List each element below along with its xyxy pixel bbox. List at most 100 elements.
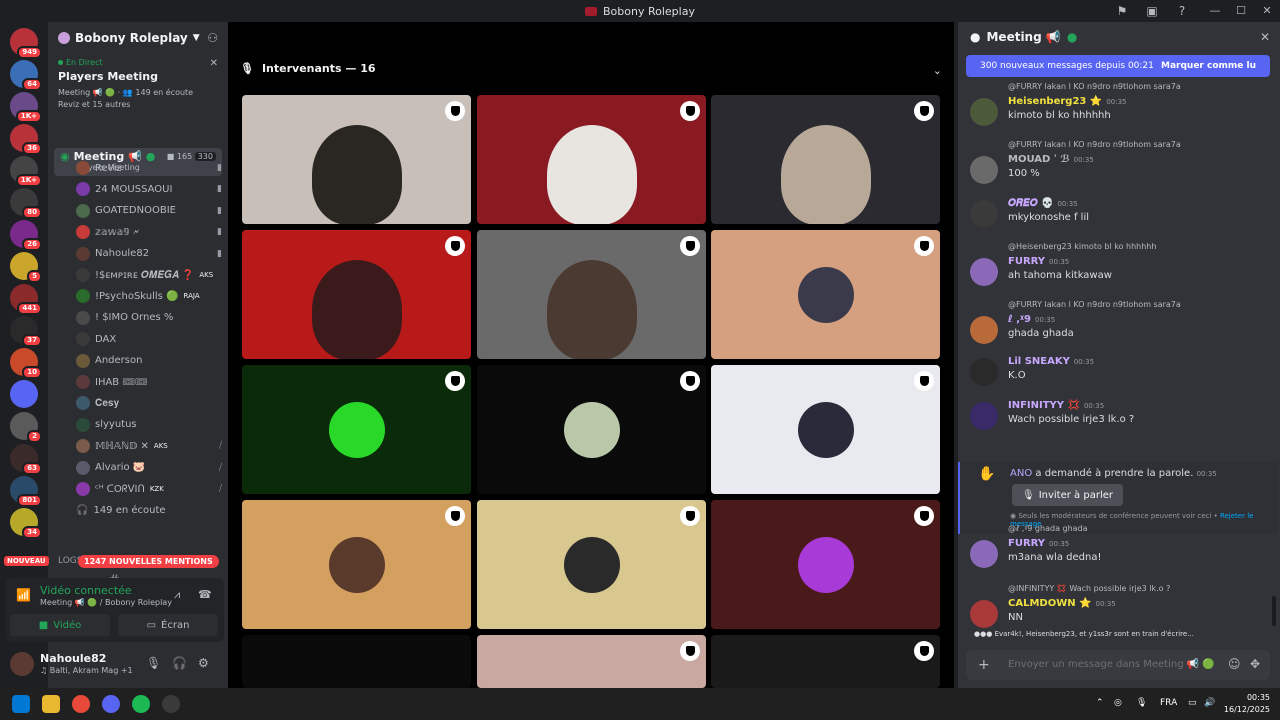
live-stage-banner[interactable]: En Direct Players Meeting Meeting 📢 🟢 · … xyxy=(54,58,222,124)
speaker-tile[interactable] xyxy=(477,500,706,629)
server-icon-9[interactable]: 37 xyxy=(10,316,42,347)
message-author[interactable]: ℓ ,ᵡ9 00:35 xyxy=(1008,314,1055,325)
speaker-tile[interactable] xyxy=(711,635,940,688)
settings-gear-icon[interactable]: ⚙ xyxy=(198,656,209,670)
avatar[interactable] xyxy=(970,540,998,568)
voice-user-row[interactable]: ᶜᴴ ᑕOᖇᐯIᑎ KZK ⧸ xyxy=(76,479,222,499)
tray-chevron-icon[interactable]: ⌃ xyxy=(1096,698,1104,708)
voice-user-row[interactable]: IHAB 🎟🎟 xyxy=(76,372,222,392)
server-icon-13[interactable]: 63 xyxy=(10,444,42,475)
message-author[interactable]: INFINITYY 💢 00:35 xyxy=(1008,400,1104,411)
speaker-tile[interactable] xyxy=(477,95,706,224)
collapse-chevron-icon[interactable]: ⌄ xyxy=(933,64,942,77)
voice-user-row[interactable]: Nahoule82 ▮ xyxy=(76,244,222,264)
server-icon-10[interactable]: 10 xyxy=(10,348,42,379)
moderator-shield-icon[interactable] xyxy=(914,506,934,526)
moderator-shield-icon[interactable] xyxy=(680,506,700,526)
speaker-tile[interactable] xyxy=(242,500,471,629)
server-icon-8[interactable]: 441 xyxy=(10,284,42,315)
headphones-toggle-icon[interactable]: 🎧 xyxy=(172,656,187,670)
moderator-shield-icon[interactable] xyxy=(680,641,700,661)
moderator-shield-icon[interactable] xyxy=(445,236,465,256)
message-author[interactable]: CALMDOWN ⭐ 00:35 xyxy=(1008,598,1116,609)
reply-preview[interactable]: @FURRY lakan l KO n9dro n9tlohom sara7a xyxy=(1008,140,1181,149)
discord-icon[interactable] xyxy=(102,695,120,713)
new-messages-bar[interactable]: 300 nouveaux messages depuis 00:21 Marqu… xyxy=(966,55,1270,77)
server-icon-11[interactable] xyxy=(10,380,38,408)
language-indicator[interactable]: FRA xyxy=(1160,698,1177,708)
requester-name[interactable]: ANO xyxy=(1010,468,1032,479)
file-explorer-icon[interactable] xyxy=(42,695,60,713)
moderator-shield-icon[interactable] xyxy=(914,371,934,391)
avatar[interactable] xyxy=(970,402,998,430)
disconnect-icon[interactable]: ☎ xyxy=(198,588,212,601)
reply-preview[interactable]: @FURRY lakan l KO n9dro n9tlohom sara7a xyxy=(1008,82,1181,91)
server-icon-5[interactable]: 80 xyxy=(10,188,42,219)
message-author[interactable]: FURRY 00:35 xyxy=(1008,256,1069,267)
speaker-tile[interactable] xyxy=(477,365,706,494)
speaker-tile[interactable] xyxy=(477,635,706,688)
voice-user-row[interactable]: 𝐂𝐞𝐬𝐲 xyxy=(76,393,222,413)
spotify-icon[interactable] xyxy=(132,695,150,713)
server-icon-3[interactable]: 36 xyxy=(10,124,42,155)
moderator-shield-icon[interactable] xyxy=(445,101,465,121)
speaker-tile[interactable] xyxy=(711,230,940,359)
mark-as-read-button[interactable]: Marquer comme lu xyxy=(1161,61,1256,71)
avatar[interactable] xyxy=(970,600,998,628)
video-button[interactable]: ■ Vidéo xyxy=(10,614,110,636)
avatar[interactable] xyxy=(970,156,998,184)
message-author[interactable]: Heisenberg23 ⭐ 00:35 xyxy=(1008,96,1127,107)
flag-icon[interactable]: ⚑ xyxy=(1114,3,1130,19)
voice-location[interactable]: Meeting 📢 🟢 / Bobony Roleplay xyxy=(40,598,172,607)
voice-user-row[interactable]: Reviz ▮ xyxy=(76,158,222,178)
speaker-tile[interactable] xyxy=(242,95,471,224)
speaker-tile[interactable] xyxy=(242,635,471,688)
avatar[interactable] xyxy=(970,200,998,228)
speaker-tile[interactable] xyxy=(711,500,940,629)
message-author[interactable]: MOUAD ˈ ℬ 00:35 xyxy=(1008,154,1094,165)
close-window-icon[interactable]: ✕ xyxy=(1254,0,1280,22)
server-icon-4[interactable]: 1K+ xyxy=(10,156,42,187)
reply-preview[interactable]: @ℓ ,ᵡ9 ghada ghada xyxy=(1008,524,1088,533)
close-chat-icon[interactable]: ✕ xyxy=(1260,30,1270,44)
server-icon-2[interactable]: 1K+ xyxy=(10,92,42,123)
voice-user-row[interactable]: !$ᴇᴍᴘɪʀᴇ 𝑶𝑴𝑬𝑮𝑨 ❓ AKS xyxy=(76,265,222,285)
voice-user-row[interactable]: 24 MOUSSAOUI ▮ xyxy=(76,179,222,199)
apps-icon[interactable]: ✥ xyxy=(1250,657,1260,671)
avatar[interactable] xyxy=(970,98,998,126)
invite-people-icon[interactable]: ⚇ xyxy=(207,31,218,45)
screen-share-button[interactable]: ▭ Écran xyxy=(118,614,218,636)
server-icon-7[interactable]: 5 xyxy=(10,252,42,283)
voice-user-row[interactable]: DAX xyxy=(76,329,222,349)
minimize-icon[interactable]: — xyxy=(1202,0,1228,22)
moderator-shield-icon[interactable] xyxy=(680,236,700,256)
speaker-tile[interactable] xyxy=(242,365,471,494)
voice-user-row[interactable]: GOATEDNOOBIE ▮ xyxy=(76,201,222,221)
voice-user-row[interactable]: !PsychoSkulls 🟢 RAJA xyxy=(76,286,222,306)
new-mentions-pill[interactable]: 1247 NOUVELLES MENTIONS xyxy=(78,555,219,568)
server-header[interactable]: Bobony Roleplay ▼ ⚇ xyxy=(48,22,228,54)
server-icon-6[interactable]: 26 xyxy=(10,220,42,251)
volume-tray-icon[interactable]: 🔊 xyxy=(1204,698,1215,708)
speaker-tile[interactable] xyxy=(477,230,706,359)
message-author[interactable]: 𝑶𝑹𝑬𝑶 💀 00:35 xyxy=(1008,198,1078,209)
system-clock[interactable]: 00:35 16/12/2025 xyxy=(1224,692,1270,716)
server-icon-1[interactable]: 64 xyxy=(10,60,42,91)
message-input[interactable]: + Envoyer un message dans Meeting 📢 🟢 ☺ … xyxy=(966,650,1270,680)
voice-user-row[interactable]: 𝕄ℍ𝔸ℕ𝔻 ✕ AKS ⧸ xyxy=(76,436,222,456)
avatar[interactable] xyxy=(970,358,998,386)
reply-preview[interactable]: @FURRY lakan l KO n9dro n9tlohom sara7a xyxy=(1008,300,1181,309)
voice-status[interactable]: Vidéo connectée xyxy=(40,584,132,597)
network-tray-icon[interactable]: ◎ xyxy=(1114,698,1122,708)
chat-scrollbar[interactable] xyxy=(1272,596,1276,626)
moderator-shield-icon[interactable] xyxy=(914,641,934,661)
help-icon[interactable]: ? xyxy=(1174,3,1190,19)
close-banner-icon[interactable]: ✕ xyxy=(210,58,218,69)
voice-user-row[interactable]: 𝕫𝕒𝕨𝕒𝟡 🗲 ▮ xyxy=(76,222,222,242)
avatar[interactable] xyxy=(970,258,998,286)
speaker-tile[interactable] xyxy=(242,230,471,359)
voice-user-row[interactable]: Alvario 🐷 ⧸ xyxy=(76,458,222,478)
display-tray-icon[interactable]: ▭ xyxy=(1188,698,1197,708)
reply-preview[interactable]: @INFINITYY 💢 Wach possible irje3 lk.o ? xyxy=(1008,584,1170,593)
listening-row[interactable]: 🎧 149 en écoute xyxy=(76,500,222,520)
